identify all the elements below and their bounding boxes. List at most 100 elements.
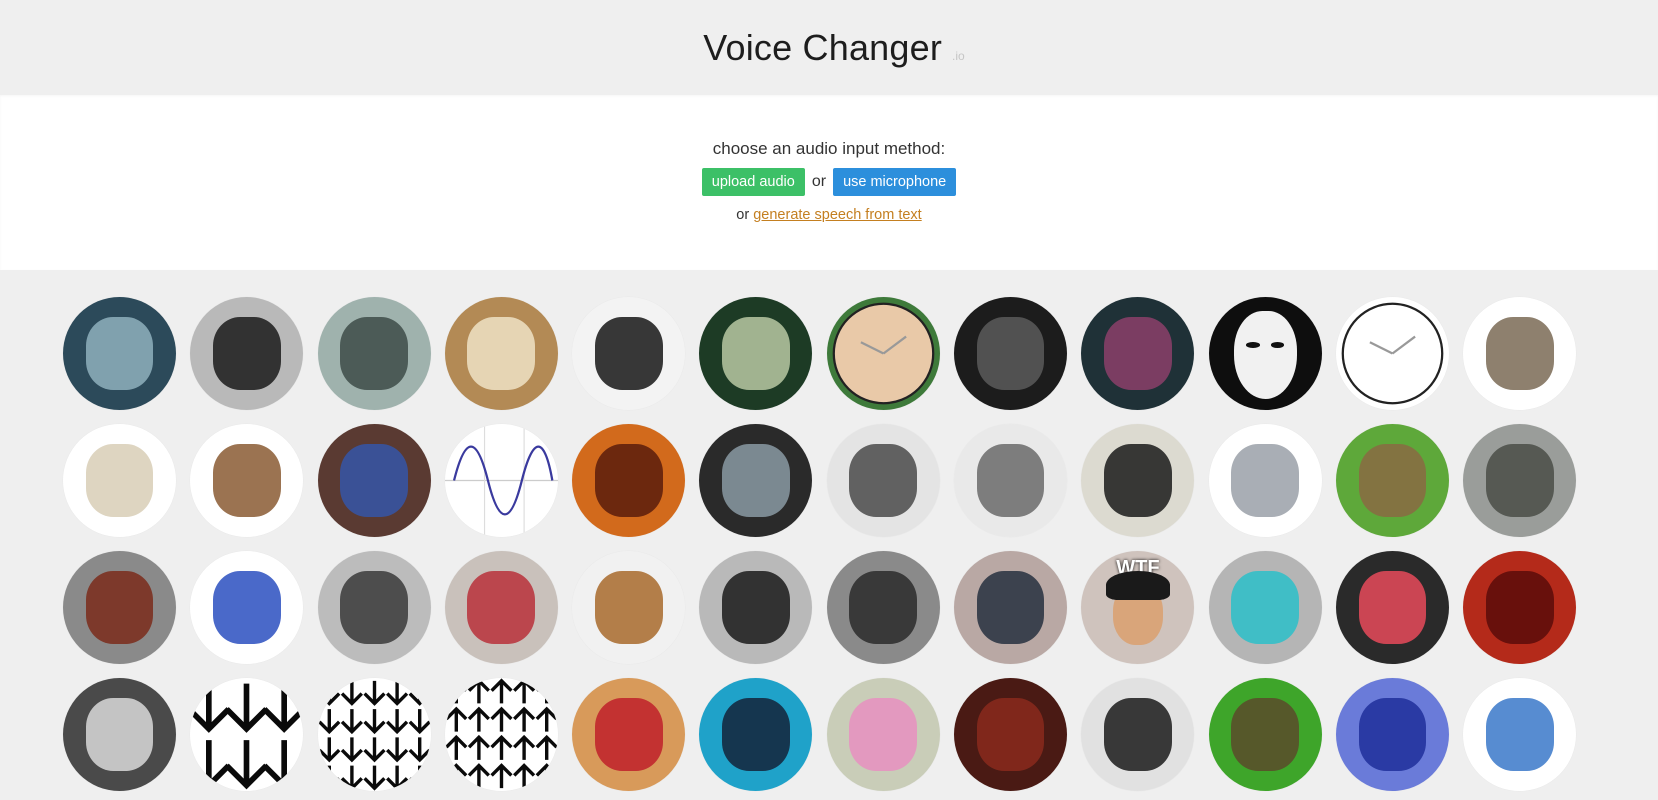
radio-icon: [1463, 297, 1577, 410]
cathedral-icon: [444, 297, 558, 410]
voice-effect-megaphone[interactable]: [1463, 678, 1577, 791]
voice-effect-sonic[interactable]: [190, 551, 304, 664]
voice-effect-anonymous[interactable]: [1208, 297, 1322, 410]
voice-effect-blue-robot[interactable]: [1335, 678, 1449, 791]
voice-effect-russian-guard[interactable]: [954, 551, 1068, 664]
voice-effect-wooden-speaker[interactable]: [572, 551, 686, 664]
voice-effect-sprinter[interactable]: [63, 551, 176, 664]
voice-effect-scuba-diver[interactable]: [699, 678, 813, 791]
voice-effect-reverse-clock[interactable]: [1335, 297, 1449, 410]
generate-speech-link[interactable]: generate speech from text: [753, 207, 921, 223]
voice-effect-white-robot-2[interactable]: [954, 424, 1068, 537]
voice-effect-cute-computer[interactable]: [826, 678, 940, 791]
voice-effect-army-radio[interactable]: [317, 551, 431, 664]
input-method-prompt: choose an audio input method:: [712, 139, 946, 158]
site-header: Voice Changer .io: [0, 0, 1658, 95]
kirobo-robot-icon: [1335, 551, 1449, 664]
voice-effect-snail[interactable]: [1335, 424, 1449, 537]
site-logo[interactable]: Voice Changer .io: [703, 27, 964, 69]
robot-snake-icon: [1081, 678, 1195, 791]
white-robot-2-icon: [954, 424, 1068, 537]
sprinter-icon: [63, 551, 176, 664]
upload-audio-button[interactable]: upload audio: [701, 168, 805, 196]
voice-effect-demon[interactable]: [1463, 551, 1577, 664]
wtf-meme-icon: WTF: [1081, 551, 1195, 664]
voice-effect-retro-robot[interactable]: [1081, 424, 1195, 537]
telephone-icon: [572, 297, 686, 410]
turtle-icon: [1463, 424, 1577, 537]
gir-robot-icon: [1208, 551, 1322, 664]
lego-robot-icon: [1208, 424, 1322, 537]
voice-effect-early-phone-inventor[interactable]: [699, 551, 813, 664]
voice-effect-sine-wave[interactable]: [444, 424, 558, 537]
army-radio-icon: [317, 551, 431, 664]
voice-effect-red-robot[interactable]: [954, 678, 1068, 791]
voice-effect-guitar-pedal[interactable]: [317, 424, 431, 537]
cave-icon: [699, 424, 813, 537]
voice-effect-alien[interactable]: [699, 297, 813, 410]
sonic-icon: [190, 551, 304, 664]
effects-grid: WTF: [63, 297, 1648, 791]
voice-effect-melting-clock[interactable]: [826, 297, 940, 410]
early-phone-inventor-icon: [699, 551, 813, 664]
voice-effect-up-arrows[interactable]: [444, 678, 558, 791]
voice-effect-astronaut[interactable]: [63, 678, 176, 791]
demon-icon: [1463, 551, 1577, 664]
tts-prefix: or: [736, 207, 750, 223]
melting-clock-icon: [826, 297, 940, 410]
old-gramophone-horn-icon: [190, 297, 304, 410]
down-arrows-large-icon: [190, 678, 304, 791]
dark-knight-icon: [826, 551, 940, 664]
card-shuffle-icon: [444, 551, 558, 664]
or-separator: or: [811, 173, 827, 190]
voice-effect-white-robot[interactable]: [826, 424, 940, 537]
voice-effect-cymbal[interactable]: [63, 424, 176, 537]
audio-input-panel: choose an audio input method: upload aud…: [0, 95, 1658, 270]
snail-icon: [1335, 424, 1449, 537]
anonymous-icon: [1208, 297, 1322, 410]
cute-computer-icon: [826, 678, 940, 791]
use-microphone-button[interactable]: use microphone: [833, 168, 957, 196]
cymbal-icon: [63, 424, 176, 537]
voice-effect-mosquito[interactable]: [1208, 678, 1322, 791]
voice-effect-kirobo-robot[interactable]: [1335, 551, 1449, 664]
chipmunk-icon: [572, 678, 686, 791]
voice-effect-robot-snake[interactable]: [1081, 678, 1195, 791]
retro-robot-icon: [1081, 424, 1195, 537]
voice-effect-old-gramophone-horn[interactable]: [190, 297, 304, 410]
voice-effect-lego-robot[interactable]: [1208, 424, 1322, 537]
site-title-suffix: .io: [952, 48, 965, 63]
alien-icon: [699, 297, 813, 410]
voice-effect-dalek[interactable]: [190, 424, 304, 537]
dark-alien-icon: [954, 297, 1068, 410]
voice-effect-radio[interactable]: [1463, 297, 1577, 410]
voice-effect-wtf-meme[interactable]: WTF: [1081, 551, 1195, 664]
wooden-speaker-icon: [572, 551, 686, 664]
voice-effect-dark-alien[interactable]: [954, 297, 1068, 410]
voice-effect-turtle[interactable]: [1463, 424, 1577, 537]
voice-effect-card-shuffle[interactable]: [444, 551, 558, 664]
voice-effect-gir-robot[interactable]: [1208, 551, 1322, 664]
red-robot-icon: [954, 678, 1068, 791]
cyborg-icon: [1081, 297, 1195, 410]
monster-icon: [63, 297, 176, 410]
site-title: Voice Changer: [703, 26, 943, 68]
input-method-buttons: upload audio or use microphone: [701, 168, 957, 196]
voice-effect-dark-knight[interactable]: [826, 551, 940, 664]
voice-effect-monster[interactable]: [63, 297, 176, 410]
voice-effect-chipmunk[interactable]: [572, 678, 686, 791]
voice-effect-balrog[interactable]: [572, 424, 686, 537]
voice-effect-ghost[interactable]: [317, 297, 431, 410]
scuba-diver-icon: [699, 678, 813, 791]
voice-effect-down-arrows-large[interactable]: [190, 678, 304, 791]
ghost-icon: [317, 297, 431, 410]
tts-row: or generate speech from text: [736, 207, 921, 223]
voice-effect-down-arrows-small[interactable]: [317, 678, 431, 791]
russian-guard-icon: [954, 551, 1068, 664]
voice-effect-cathedral[interactable]: [444, 297, 558, 410]
voice-effect-cave[interactable]: [699, 424, 813, 537]
voice-effect-cyborg[interactable]: [1081, 297, 1195, 410]
guitar-pedal-icon: [317, 424, 431, 537]
voice-effect-telephone[interactable]: [572, 297, 686, 410]
mosquito-icon: [1208, 678, 1322, 791]
